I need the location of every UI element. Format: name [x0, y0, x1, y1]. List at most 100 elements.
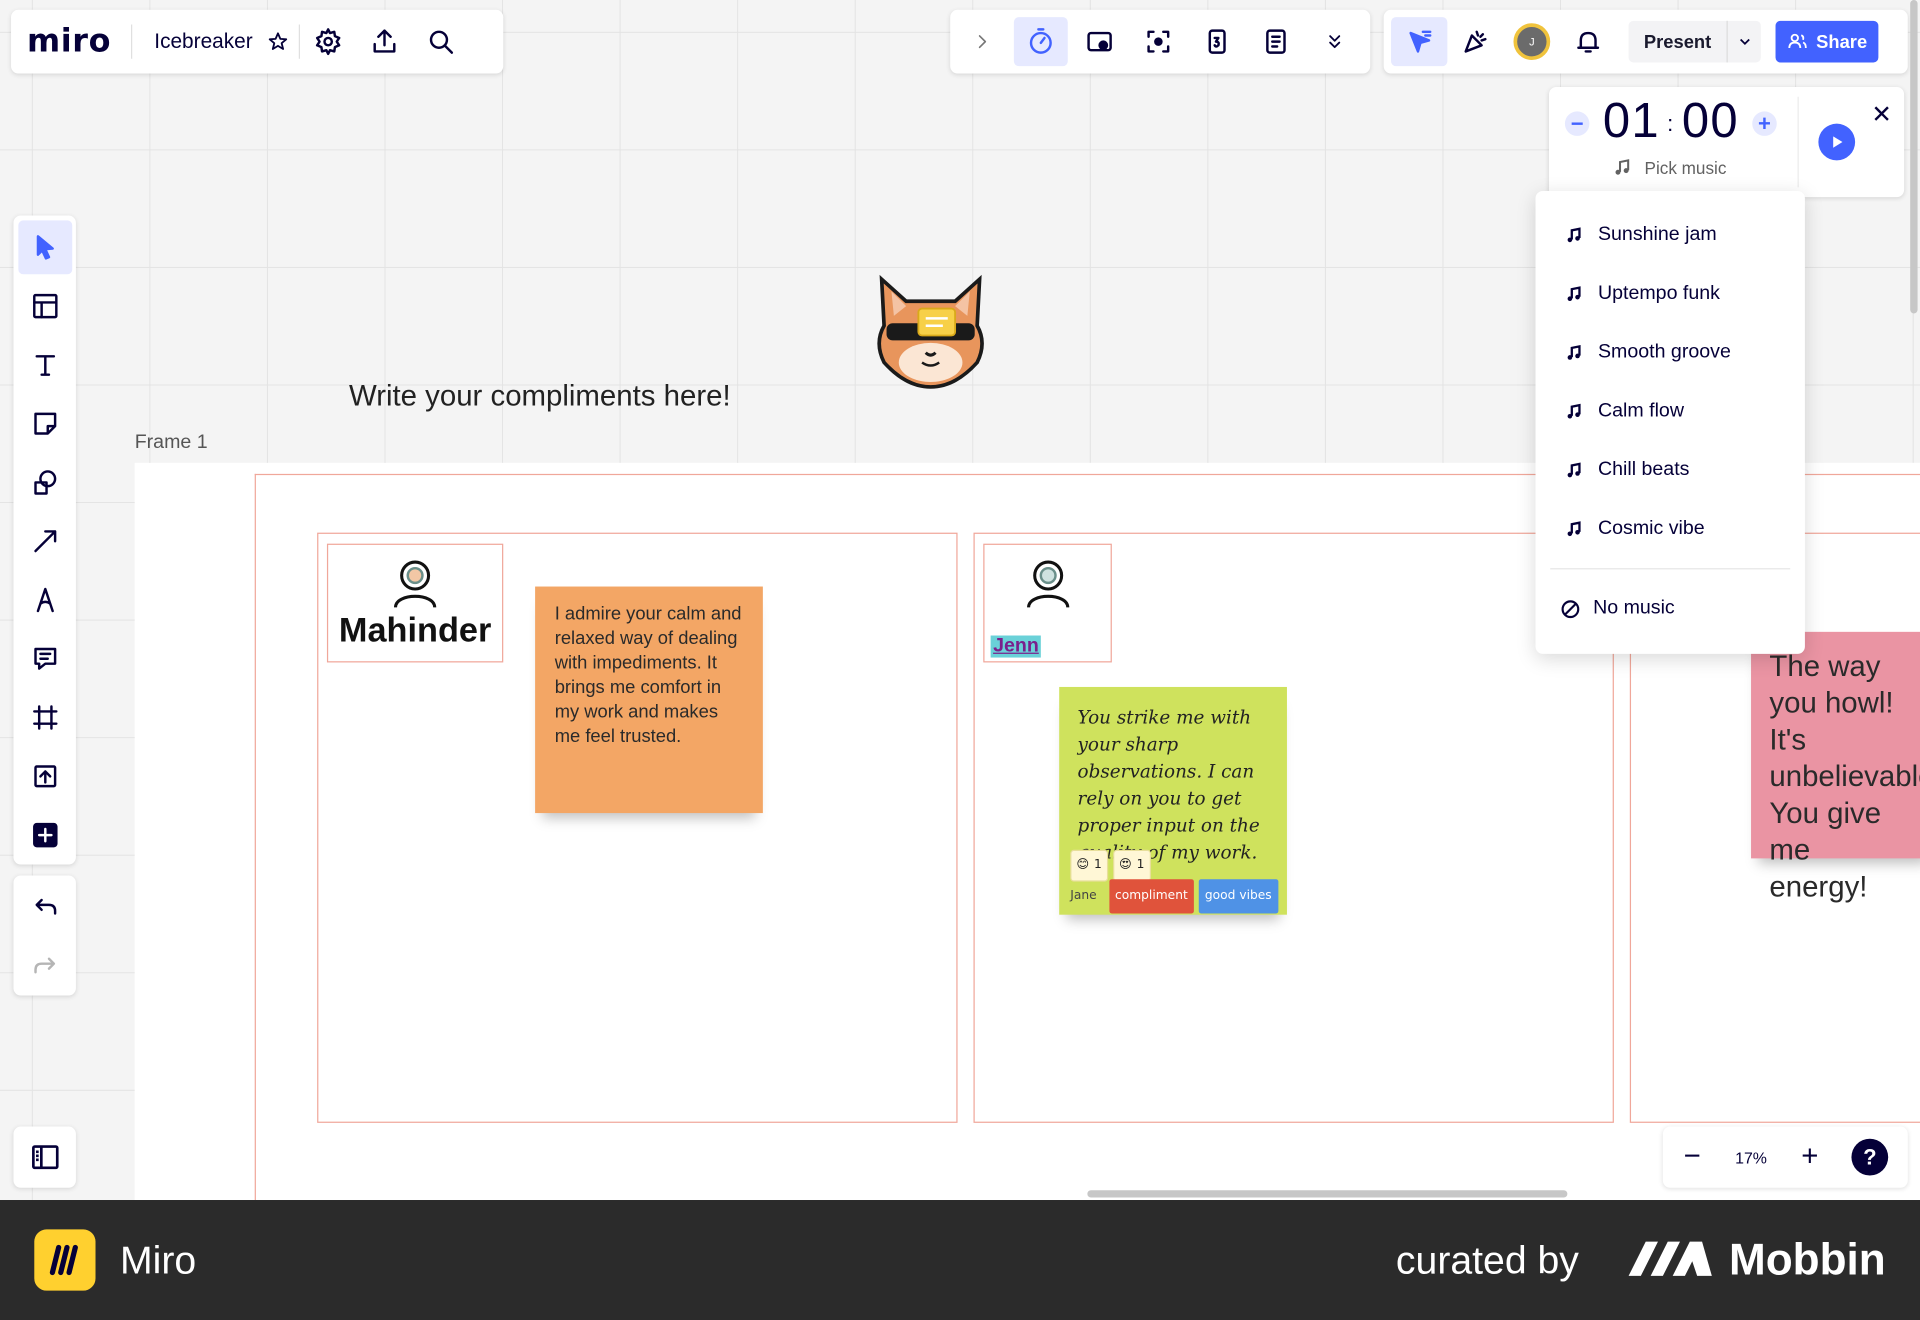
- tag-row: Jane compliment good vibes: [1070, 879, 1278, 914]
- timer-separator: :: [1667, 111, 1675, 136]
- play-button[interactable]: [1818, 123, 1856, 161]
- music-option[interactable]: Calm flow: [1565, 393, 1684, 430]
- video-icon[interactable]: [1073, 17, 1127, 66]
- close-icon[interactable]: ✕: [1871, 99, 1892, 130]
- music-note-icon: [1567, 344, 1581, 360]
- music-note-icon: [1567, 226, 1581, 242]
- music-note-icon: [1567, 285, 1581, 301]
- tag-good-vibes[interactable]: good vibes: [1198, 879, 1278, 914]
- horizontal-scrollbar[interactable]: [1087, 1190, 1568, 1198]
- timer-decrease-button[interactable]: −: [1564, 111, 1590, 136]
- compliments-heading[interactable]: Write your compliments here!: [349, 380, 731, 414]
- pick-music-label: Pick music: [1644, 157, 1727, 178]
- timer-panel: − 01:00 + Pick music ✕: [1548, 86, 1905, 198]
- frame-icon[interactable]: [18, 691, 72, 745]
- star-icon[interactable]: [262, 17, 294, 66]
- connection-line-icon[interactable]: [18, 514, 72, 568]
- voting-icon[interactable]: [1190, 17, 1244, 66]
- board-header: miro Icebreaker: [11, 9, 504, 74]
- person-icon: [1026, 560, 1069, 608]
- more-apps-plus-icon[interactable]: [18, 808, 72, 862]
- no-music-option[interactable]: No music: [1560, 590, 1675, 627]
- board: Write your compliments here! Frame 1 Mah…: [0, 0, 1920, 1320]
- person-card-jenn[interactable]: Jenn: [983, 543, 1112, 663]
- sticky-note-icon[interactable]: [18, 397, 72, 451]
- share-label: Share: [1816, 31, 1868, 53]
- chevron-right-icon[interactable]: [955, 17, 1009, 66]
- music-option[interactable]: Smooth groove: [1565, 334, 1731, 371]
- timer-seconds: 00: [1681, 94, 1739, 149]
- board-pages-button[interactable]: [13, 1126, 76, 1188]
- cat-sticker[interactable]: [869, 267, 991, 392]
- chevron-down-icon[interactable]: [1726, 20, 1761, 63]
- music-option[interactable]: Chill beats: [1565, 452, 1689, 489]
- zoom-out-button[interactable]: −: [1663, 1140, 1722, 1174]
- timer-icon[interactable]: [1013, 17, 1068, 67]
- sticky-text: You strike me with your sharp observatio…: [1077, 706, 1260, 864]
- comment-icon[interactable]: [18, 632, 72, 686]
- play-icon: [1833, 136, 1843, 148]
- music-note-icon: [1567, 461, 1581, 477]
- text-icon[interactable]: [18, 338, 72, 392]
- reactions: 😊 1 😍 1: [1070, 849, 1151, 882]
- sticky-note-green[interactable]: You strike me with your sharp observatio…: [1059, 686, 1287, 915]
- shapes-icon[interactable]: [18, 456, 72, 510]
- mobbin-brand: Mobbin: [1728, 1234, 1886, 1285]
- left-toolbar: [13, 215, 76, 865]
- divider: [1550, 568, 1791, 570]
- pen-icon[interactable]: [18, 573, 72, 627]
- miro-logo[interactable]: miro: [11, 23, 131, 60]
- timer-display[interactable]: 01:00: [1603, 94, 1739, 149]
- timer-increase-button[interactable]: +: [1752, 111, 1777, 136]
- cursor-follow-icon[interactable]: [1391, 17, 1448, 67]
- undo-icon[interactable]: [18, 880, 72, 934]
- music-note-icon: [1615, 159, 1630, 175]
- vertical-scrollbar[interactable]: [1910, 0, 1918, 314]
- music-dropdown: Sunshine jam Uptempo funk Smooth groove …: [1535, 191, 1805, 654]
- celebrate-icon[interactable]: [1447, 17, 1503, 66]
- zoom-in-button[interactable]: +: [1780, 1140, 1839, 1174]
- app-root: Write your compliments here! Frame 1 Mah…: [0, 0, 1920, 1320]
- pick-music-button[interactable]: Pick music: [1613, 157, 1727, 178]
- bell-icon[interactable]: [1560, 17, 1616, 66]
- search-icon[interactable]: [413, 17, 469, 66]
- reaction-heart-eyes[interactable]: 😍 1: [1112, 849, 1151, 882]
- person-card-mahinder[interactable]: Mahinder: [326, 543, 504, 663]
- redo-icon[interactable]: [18, 939, 72, 993]
- export-upload-icon[interactable]: [357, 17, 413, 66]
- person-name: Mahinder: [338, 611, 492, 649]
- templates-icon[interactable]: [18, 279, 72, 333]
- frame-label[interactable]: Frame 1: [135, 432, 208, 454]
- reaction-smile[interactable]: 😊 1: [1070, 849, 1108, 882]
- users-icon: [1788, 33, 1807, 49]
- music-option[interactable]: Sunshine jam: [1565, 217, 1717, 254]
- user-avatar[interactable]: J: [1513, 23, 1551, 61]
- help-button[interactable]: ?: [1851, 1138, 1889, 1176]
- footer-app-name: Miro: [120, 1237, 197, 1283]
- focus-attention-icon[interactable]: [1131, 17, 1185, 66]
- music-option[interactable]: Cosmic vibe: [1565, 511, 1705, 548]
- sticky-note-pink[interactable]: The way you howl! It's unbelievable! You…: [1751, 631, 1920, 904]
- person-icon: [393, 560, 437, 608]
- share-button[interactable]: Share: [1775, 20, 1879, 63]
- sidebar-panel-icon: [31, 1145, 58, 1170]
- sticky-note-orange[interactable]: I admire your calm and relaxed way of de…: [535, 586, 763, 814]
- music-option[interactable]: Uptempo funk: [1565, 276, 1720, 313]
- present-label: Present: [1643, 31, 1712, 53]
- present-button[interactable]: Present: [1628, 20, 1761, 63]
- tag-compliment[interactable]: compliment: [1108, 879, 1194, 914]
- mobbin-logo-icon: [1628, 1241, 1712, 1276]
- upload-icon[interactable]: [18, 749, 72, 803]
- double-chevron-down-icon[interactable]: [1308, 17, 1362, 66]
- notes-icon[interactable]: [1249, 17, 1303, 66]
- person-name-editing[interactable]: Jenn: [990, 635, 1042, 658]
- board-name[interactable]: Icebreaker: [132, 29, 262, 53]
- select-cursor-icon[interactable]: [17, 220, 72, 275]
- footer-band: Miro curated by Mobbin: [0, 1200, 1920, 1320]
- zoom-level[interactable]: 17%: [1722, 1148, 1781, 1166]
- miro-app-logo-icon: [34, 1229, 96, 1291]
- settings-gear-icon[interactable]: [300, 17, 356, 66]
- prohibited-icon: [1561, 599, 1580, 618]
- timer-minutes: 01: [1602, 94, 1660, 149]
- collaboration-toolbar: [950, 9, 1371, 74]
